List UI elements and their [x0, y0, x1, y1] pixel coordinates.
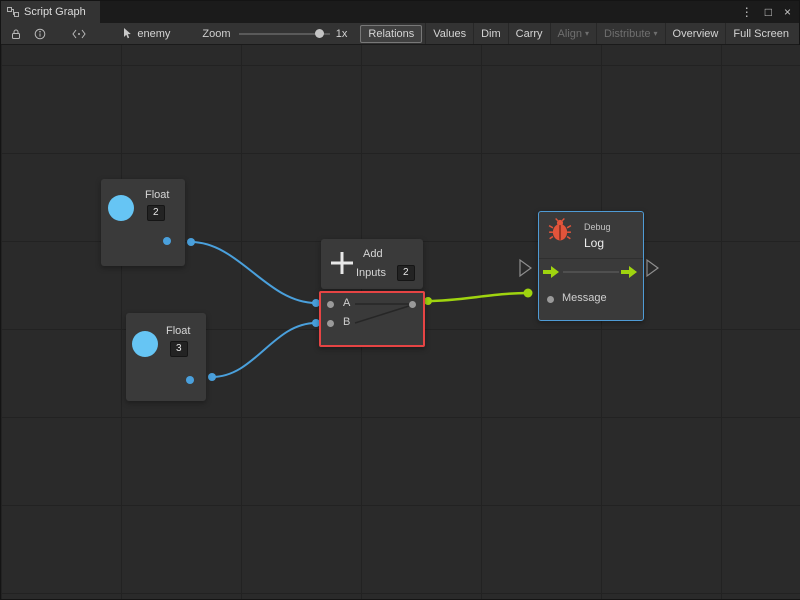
align-label: Align	[558, 28, 582, 40]
info-icon	[34, 28, 46, 40]
window-menu-icon[interactable]: ⋮	[741, 5, 753, 19]
wire-endpoint-dot[interactable]	[208, 373, 216, 381]
float-output-port[interactable]	[186, 376, 194, 384]
wire-add-to-debug[interactable]	[428, 293, 528, 301]
add-node-ports[interactable]: A B	[319, 291, 425, 347]
flow-out-arrow-icon[interactable]	[621, 266, 637, 278]
relation-lines	[321, 293, 423, 345]
titlebar: Script Graph ⋮ □ ×	[1, 1, 799, 23]
float-type-circle-icon	[108, 195, 134, 221]
wire-float2-to-add-b[interactable]	[212, 323, 316, 377]
graph-name-label: enemy	[137, 28, 170, 40]
float-type-circle-icon	[132, 331, 158, 357]
tab-label: Script Graph	[24, 6, 86, 18]
zoom-label: Zoom	[202, 28, 230, 40]
flow-in-arrow-icon[interactable]	[543, 266, 559, 278]
relations-button[interactable]: Relations	[360, 25, 422, 43]
wire-endpoint-dot[interactable]	[187, 238, 195, 246]
values-button[interactable]: Values	[425, 23, 473, 44]
float-value-field[interactable]: 3	[170, 341, 188, 357]
dropdown-caret-icon: ▾	[654, 30, 658, 38]
lock-icon	[10, 28, 22, 40]
toolbar: enemy Zoom 1x Relations Values Dim Carry…	[1, 23, 799, 45]
wire-endpoint-dot[interactable]	[524, 289, 533, 298]
sum-output-port[interactable]	[409, 301, 416, 308]
carry-button[interactable]: Carry	[508, 23, 550, 44]
flow-arrows	[539, 259, 643, 284]
flow-output-triangle-icon[interactable]	[647, 260, 658, 276]
lock-button[interactable]	[4, 24, 28, 44]
distribute-label: Distribute	[604, 28, 650, 40]
add-node-header[interactable]: Add Inputs 2	[321, 239, 423, 289]
float-node-2[interactable]: Float 3	[126, 313, 206, 401]
plus-icon	[329, 250, 355, 279]
message-input-port[interactable]	[547, 296, 554, 303]
dropdown-caret-icon: ▾	[585, 30, 589, 38]
info-button[interactable]	[28, 24, 52, 44]
tab-script-graph[interactable]: Script Graph	[1, 1, 100, 23]
debug-log-node[interactable]: Debug Log Message	[538, 211, 644, 321]
input-port-a[interactable]	[327, 301, 334, 308]
wire-endpoint-dot[interactable]	[424, 297, 432, 305]
full-screen-button[interactable]: Full Screen	[725, 23, 796, 44]
node-title: Float	[166, 325, 190, 337]
overview-button[interactable]: Overview	[665, 23, 726, 44]
float-output-port[interactable]	[163, 237, 171, 245]
window-controls: ⋮ □ ×	[741, 1, 799, 23]
script-graph-window: Script Graph ⋮ □ ×	[0, 0, 800, 600]
message-port-row: Message	[539, 288, 643, 314]
port-b-label: B	[343, 316, 350, 328]
node-category: Debug	[584, 222, 611, 232]
graph-canvas[interactable]: Float 2 Float 3 Add Inputs 2	[1, 45, 800, 599]
cursor-icon	[123, 28, 132, 39]
zoom-scale-label: 1x	[336, 28, 348, 40]
flow-input-triangle-icon[interactable]	[520, 260, 531, 276]
align-button[interactable]: Align ▾	[550, 23, 596, 44]
bug-icon	[548, 218, 572, 245]
window-close-icon[interactable]: ×	[784, 5, 791, 19]
code-brackets-icon	[72, 29, 86, 39]
flow-ports-row	[539, 258, 643, 284]
node-title: Log	[584, 236, 604, 250]
node-title: Add	[363, 248, 383, 260]
graph-icon	[7, 6, 19, 18]
inputs-count-field[interactable]: 2	[397, 265, 415, 281]
message-label: Message	[562, 292, 607, 304]
node-title: Float	[145, 189, 169, 201]
code-view-button[interactable]	[68, 24, 92, 44]
float-node-1[interactable]: Float 2	[101, 179, 185, 266]
zoom-slider-thumb[interactable]	[315, 29, 324, 38]
float-value-field[interactable]: 2	[147, 205, 165, 221]
wire-float1-to-add-a[interactable]	[191, 242, 316, 303]
inputs-label: Inputs	[356, 267, 386, 279]
window-maximize-icon[interactable]: □	[765, 5, 772, 19]
zoom-slider[interactable]	[239, 25, 330, 43]
input-port-b[interactable]	[327, 320, 334, 327]
distribute-button[interactable]: Distribute ▾	[596, 23, 664, 44]
port-a-label: A	[343, 297, 350, 309]
graph-reference[interactable]: enemy	[123, 28, 170, 40]
dim-button[interactable]: Dim	[473, 23, 508, 44]
